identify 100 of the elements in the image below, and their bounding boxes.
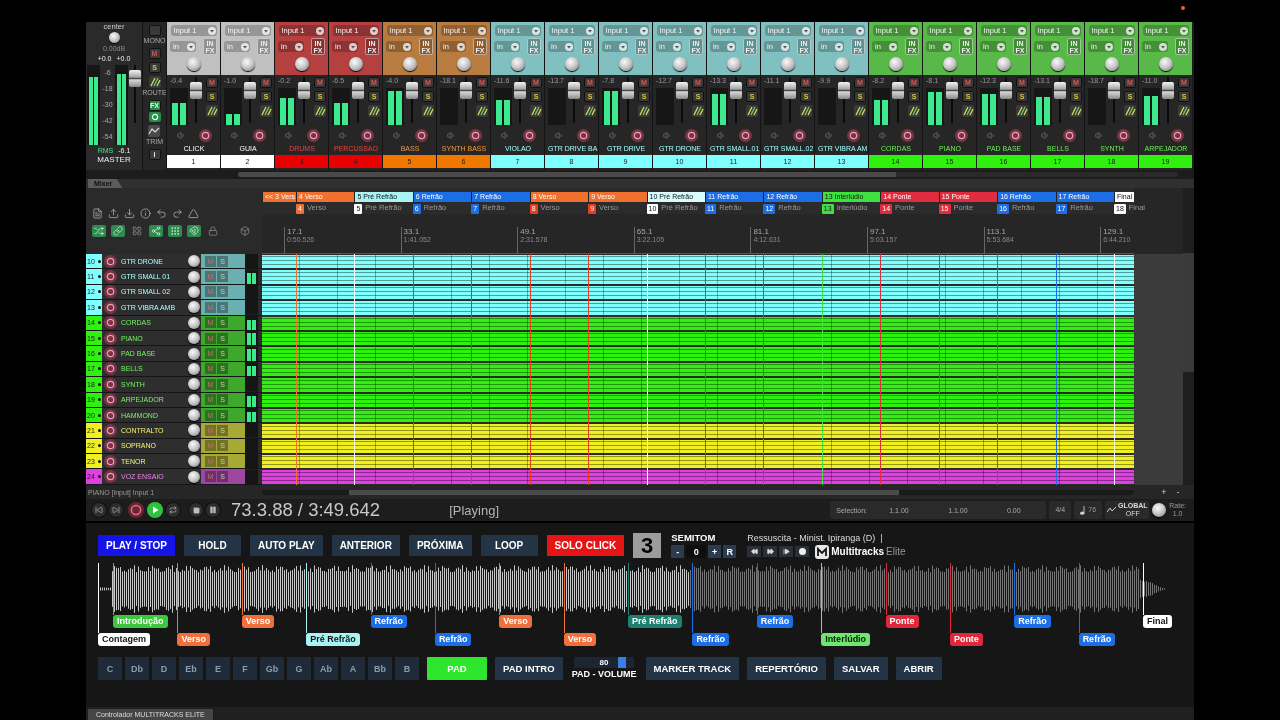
volume-fader[interactable] xyxy=(838,77,850,123)
marker-label[interactable]: Refrão xyxy=(756,615,794,628)
record-arm-icon[interactable] xyxy=(198,128,212,142)
record-arm-icon[interactable] xyxy=(1170,128,1184,142)
control-button[interactable]: SOLO CLICK xyxy=(546,535,625,556)
record-arm-icon[interactable] xyxy=(630,128,644,142)
action-button[interactable]: MARKER TRACK xyxy=(645,657,740,680)
record-arm-icon[interactable] xyxy=(104,424,117,437)
toolbar-toggle[interactable] xyxy=(168,225,182,237)
volume-knob[interactable] xyxy=(188,270,200,283)
slider-thumb[interactable] xyxy=(618,657,627,669)
marker-label[interactable]: Refrão xyxy=(434,633,472,646)
marker-label[interactable]: Verso xyxy=(499,615,532,628)
volume-fader[interactable] xyxy=(1108,77,1120,123)
volume-fader[interactable] xyxy=(730,77,742,123)
marker-label[interactable]: Final xyxy=(1143,615,1172,628)
route-icon[interactable] xyxy=(746,105,758,117)
route-icon[interactable] xyxy=(1070,105,1082,117)
record-arm-icon[interactable] xyxy=(104,331,117,345)
record-arm-icon[interactable] xyxy=(954,128,968,142)
pan-knob[interactable] xyxy=(348,57,363,71)
volume-fader[interactable] xyxy=(946,77,958,123)
record-arm-icon[interactable] xyxy=(104,377,117,391)
key-button[interactable]: E xyxy=(206,657,230,680)
pad-button[interactable]: PAD INTRO xyxy=(495,657,563,680)
marker-label[interactable]: Interlúdio xyxy=(821,633,871,646)
record-arm-icon[interactable] xyxy=(104,408,117,422)
pan-knob[interactable] xyxy=(456,57,471,71)
volume-knob[interactable] xyxy=(188,455,200,468)
marker-label[interactable]: Refrão xyxy=(692,633,729,646)
action-button[interactable]: SALVAR xyxy=(833,657,888,680)
volume-knob[interactable] xyxy=(188,255,200,268)
key-button[interactable]: Ab xyxy=(314,657,338,680)
volume-knob[interactable] xyxy=(188,285,200,298)
volume-fader[interactable] xyxy=(568,77,580,123)
volume-fader[interactable] xyxy=(190,77,202,123)
record-arm-icon[interactable] xyxy=(104,316,117,330)
volume-fader[interactable] xyxy=(298,77,310,123)
volume-fader[interactable] xyxy=(244,77,256,123)
volume-knob[interactable] xyxy=(188,439,200,452)
zoom-button[interactable]: + xyxy=(1158,486,1170,498)
volume-fader[interactable] xyxy=(1054,77,1066,123)
record-arm-icon[interactable] xyxy=(1116,128,1130,142)
record-arm-icon[interactable] xyxy=(252,128,266,142)
control-button[interactable]: ANTERIOR xyxy=(331,535,400,556)
record-arm-icon[interactable] xyxy=(360,128,374,142)
control-button[interactable]: PRÓXIMA xyxy=(408,535,472,556)
key-button[interactable]: D xyxy=(152,657,176,680)
pan-knob[interactable] xyxy=(294,57,309,71)
skip-end-button[interactable] xyxy=(779,546,794,557)
upload-icon[interactable] xyxy=(108,207,119,219)
record-arm-icon[interactable] xyxy=(684,128,698,142)
key-button[interactable]: C xyxy=(98,657,122,680)
route-icon[interactable] xyxy=(1016,105,1028,117)
toolbar-toggle[interactable] xyxy=(238,225,252,237)
volume-fader[interactable] xyxy=(784,77,796,123)
volume-slider[interactable]: 80 xyxy=(574,657,635,669)
key-button[interactable]: Db xyxy=(125,657,149,680)
redo-icon[interactable] xyxy=(172,207,183,219)
volume-knob[interactable] xyxy=(188,378,200,391)
fast-forward-button[interactable] xyxy=(763,546,778,557)
skip-back-button[interactable] xyxy=(92,503,106,517)
volume-fader[interactable] xyxy=(622,77,634,123)
volume-fader[interactable] xyxy=(514,77,526,123)
marker-label[interactable]: Refrão xyxy=(1078,633,1116,646)
key-button[interactable]: A xyxy=(341,657,365,680)
marker-label[interactable]: Verso xyxy=(563,633,597,646)
plus-button[interactable]: + xyxy=(708,545,722,559)
record-arm-icon[interactable] xyxy=(1062,128,1076,142)
toolbar-toggle[interactable] xyxy=(149,225,163,237)
volume-fader[interactable] xyxy=(1162,77,1174,123)
volume-knob[interactable] xyxy=(188,470,200,483)
volume-knob[interactable] xyxy=(188,347,200,360)
triangle-icon[interactable] xyxy=(188,207,199,219)
route-icon[interactable] xyxy=(1124,105,1136,117)
key-button[interactable]: F xyxy=(233,657,257,680)
marker-label[interactable]: Verso xyxy=(177,633,210,646)
minus-button[interactable]: - xyxy=(671,545,685,559)
info-icon[interactable] xyxy=(140,207,151,219)
record-arm-icon[interactable] xyxy=(522,128,536,142)
control-button[interactable]: AUTO PLAY xyxy=(249,535,323,556)
volume-knob[interactable] xyxy=(188,393,200,406)
volume-fader[interactable] xyxy=(406,77,418,123)
skip-forward-button[interactable] xyxy=(109,503,123,517)
route-icon[interactable] xyxy=(148,76,161,89)
record-arm-icon[interactable] xyxy=(900,128,914,142)
horizontal-scrollbar[interactable] xyxy=(262,489,1134,495)
toolbar-toggle[interactable] xyxy=(111,225,125,237)
volume-knob[interactable] xyxy=(188,332,200,345)
route-icon[interactable] xyxy=(692,105,704,117)
control-button[interactable]: LOOP xyxy=(480,535,538,556)
record-arm-icon[interactable] xyxy=(104,393,117,407)
key-button[interactable]: B xyxy=(395,657,419,680)
route-icon[interactable] xyxy=(530,105,542,117)
record-arm-icon[interactable] xyxy=(104,254,117,268)
marker-label[interactable]: Refrão xyxy=(370,615,407,628)
rewind-button[interactable] xyxy=(747,546,762,557)
route-icon[interactable] xyxy=(368,105,380,117)
record-arm-icon[interactable] xyxy=(104,454,117,468)
record-arm-icon[interactable] xyxy=(104,347,117,361)
